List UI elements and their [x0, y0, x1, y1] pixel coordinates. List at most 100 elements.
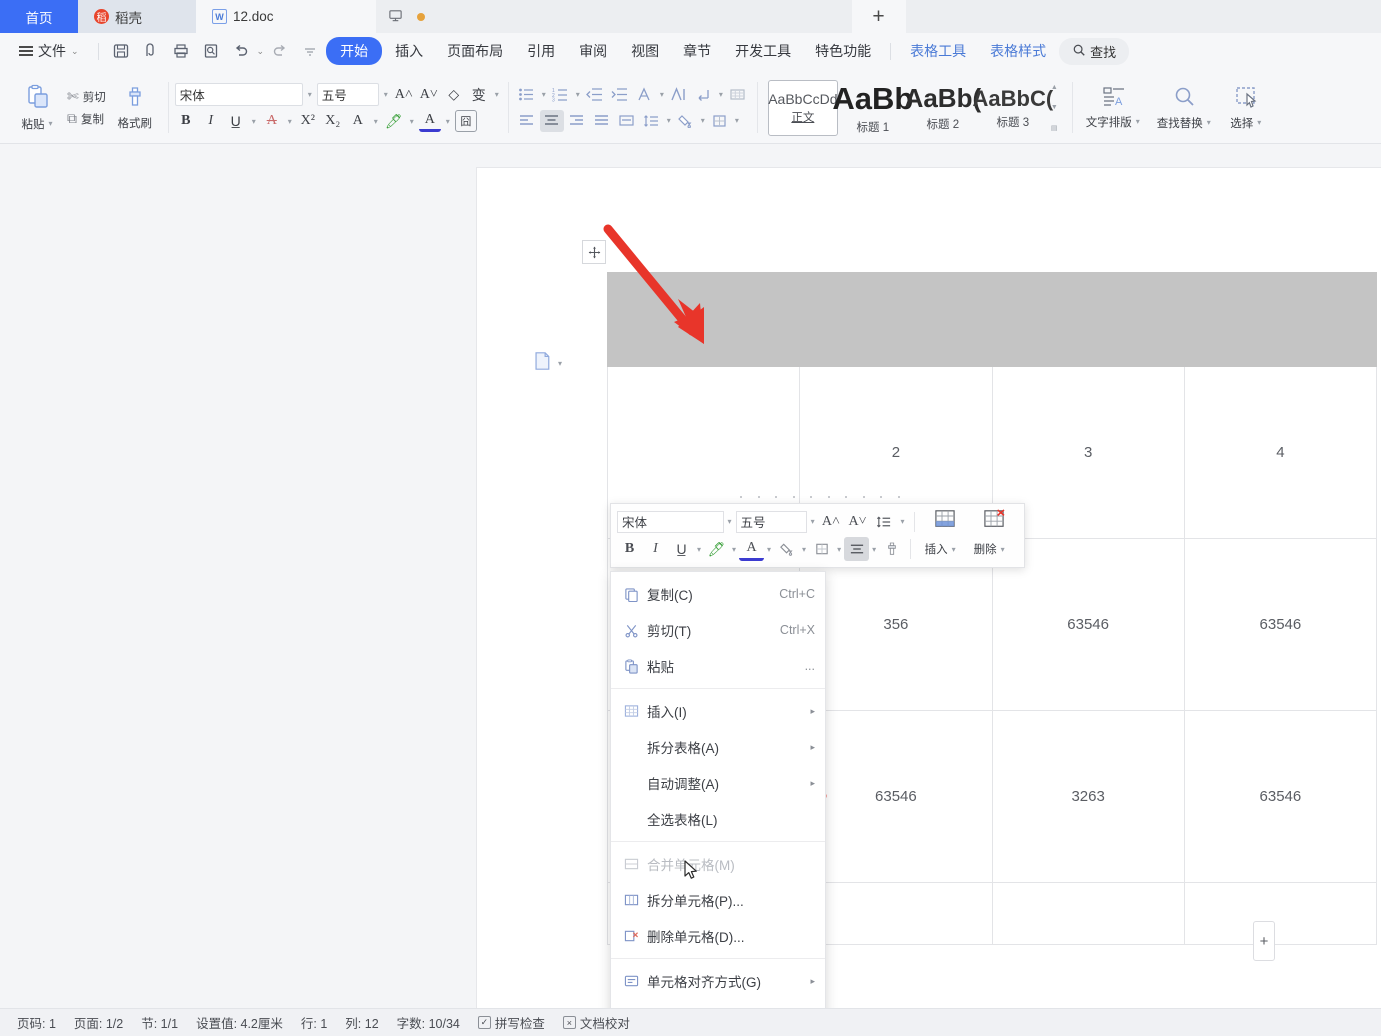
copy-button[interactable]: ⧉ 复制	[64, 109, 109, 128]
scroll-down-icon[interactable]: ▼	[1051, 104, 1058, 111]
increase-font-size-icon[interactable]: A˄	[393, 84, 415, 106]
context-menu-item-delete-cells[interactable]: 删除单元格(D)...	[611, 918, 825, 954]
document-workspace[interactable]: ▾ 2 3 4 356 63546 63546 63546 3263 63546…	[0, 146, 1381, 1008]
underline-icon[interactable]: U̲	[669, 537, 694, 561]
context-menu-item-copy[interactable]: 复制(C) Ctrl+C	[611, 576, 825, 612]
underline-icon[interactable]: U̲	[225, 110, 247, 132]
style-item-heading2[interactable]: AaBb( 标题 2	[905, 80, 982, 136]
bold-icon[interactable]: B	[617, 537, 642, 561]
context-menu-item-autofit[interactable]: 自动调整(A) ▸	[611, 765, 825, 801]
highlight-dropdown-icon[interactable]: ▾	[730, 545, 738, 554]
borders-dropdown-icon[interactable]: ▾	[835, 545, 843, 554]
italic-icon[interactable]: I	[643, 537, 668, 561]
font-size-input[interactable]: 五号	[316, 83, 379, 106]
table-row-selected[interactable]	[606, 272, 1378, 367]
menu-tab-table-tools[interactable]: 表格工具	[899, 37, 977, 65]
style-item-heading3[interactable]: AaBbC( 标题 3	[973, 80, 1054, 136]
table-cell[interactable]	[991, 882, 1185, 945]
bullet-list-icon[interactable]	[515, 84, 539, 106]
mini-font-family-input[interactable]: 宋体	[617, 510, 724, 533]
customize-quick-access-icon[interactable]	[296, 38, 324, 64]
menu-tab-page-layout[interactable]: 页面布局	[436, 37, 514, 65]
cell-align-icon[interactable]	[844, 537, 870, 561]
table-cell[interactable]	[606, 272, 801, 367]
sort-dropdown-icon[interactable]: ▾	[658, 90, 666, 99]
context-menu-item-split-cells[interactable]: 拆分单元格(P)...	[611, 882, 825, 918]
table-cell[interactable]: 63546	[1183, 538, 1378, 711]
shading-dropdown-icon[interactable]: ▾	[699, 116, 707, 125]
document-grid-icon[interactable]	[726, 84, 750, 106]
decrease-font-size-icon[interactable]: A˅	[418, 84, 440, 106]
table-cell[interactable]	[799, 882, 993, 945]
menu-tab-insert[interactable]: 插入	[384, 37, 434, 65]
menu-tab-view[interactable]: 视图	[620, 37, 670, 65]
menu-tab-special-features[interactable]: 特色功能	[804, 37, 882, 65]
character-border-icon[interactable]: 囧	[454, 110, 477, 132]
menu-tab-table-styles[interactable]: 表格样式	[979, 37, 1057, 65]
bold-icon[interactable]: B	[175, 110, 197, 132]
font-family-dropdown-icon[interactable]: ▾	[306, 90, 314, 99]
select-button[interactable]: 选择 ▾	[1221, 85, 1273, 131]
table-cell[interactable]: 63546	[799, 710, 993, 883]
cut-button[interactable]: ✄ 剪切	[64, 87, 109, 106]
distribute-icon[interactable]	[615, 110, 639, 132]
scroll-up-icon[interactable]: ▲	[1051, 84, 1058, 91]
print-icon[interactable]	[167, 38, 195, 64]
menu-tab-start[interactable]: 开始	[326, 37, 383, 65]
highlight-dropdown-icon[interactable]: ▾	[408, 117, 416, 126]
align-left-icon[interactable]	[515, 110, 539, 132]
format-painter-button[interactable]: 格式刷	[109, 85, 161, 131]
highlight-color-icon[interactable]: 🖊	[704, 537, 729, 561]
cell-align-dropdown-icon[interactable]: ▾	[870, 545, 878, 554]
mini-font-size-dropdown-icon[interactable]: ▾	[809, 517, 817, 526]
save-icon[interactable]	[107, 38, 135, 64]
table-cell[interactable]	[799, 272, 993, 367]
style-item-heading1[interactable]: AaBb 标题 1	[832, 80, 913, 136]
menu-tab-section[interactable]: 章节	[672, 37, 722, 65]
style-item-body[interactable]: AaBbCcDd 正文	[767, 79, 838, 136]
monitor-icon[interactable]	[388, 8, 403, 26]
strikethrough-icon[interactable]: A	[261, 110, 283, 132]
align-right-icon[interactable]	[565, 110, 589, 132]
font-color-icon[interactable]: A	[418, 110, 441, 132]
italic-icon[interactable]: I	[200, 110, 222, 132]
show-paragraph-marks-icon[interactable]	[692, 84, 716, 106]
table-move-handle-icon[interactable]	[582, 240, 606, 264]
menu-tab-developer[interactable]: 开发工具	[724, 37, 802, 65]
subscript-icon[interactable]: X₂	[322, 110, 344, 132]
context-menu-item-insert[interactable]: 插入(I) ▸	[611, 693, 825, 729]
mini-font-size-input[interactable]: 五号	[735, 510, 807, 533]
chevron-down-icon[interactable]: ▾	[493, 90, 501, 99]
table-cell[interactable]: 4	[1183, 366, 1378, 539]
format-painter-icon[interactable]	[879, 537, 904, 561]
status-proofread[interactable]: × 文档校对	[554, 1013, 639, 1032]
context-menu-more-icon[interactable]: ...	[805, 659, 815, 673]
menu-file[interactable]: 文件 ⌄	[8, 37, 90, 65]
font-color-dropdown-icon[interactable]: ▾	[444, 117, 452, 126]
mini-delete-label-wrap[interactable]: 删除 ▾	[966, 541, 1014, 557]
mini-insert-button[interactable]	[921, 509, 968, 534]
table-cell[interactable]	[991, 272, 1185, 367]
superscript-icon[interactable]: X²	[297, 110, 319, 132]
line-spacing-icon[interactable]	[640, 110, 664, 132]
redo-icon[interactable]	[266, 38, 294, 64]
context-menu-item-cell-alignment[interactable]: 单元格对齐方式(G) ▸	[611, 963, 825, 999]
text-effects-icon[interactable]: A	[347, 110, 369, 132]
decrease-indent-icon[interactable]	[583, 84, 607, 106]
marks-dropdown-icon[interactable]: ▾	[717, 90, 725, 99]
text-layout-button[interactable]: A 文字排版 ▾	[1079, 86, 1149, 130]
style-gallery-scroll[interactable]: ▲ ▼ ▤	[1048, 82, 1061, 134]
tab-daoke[interactable]: 稻 稻壳	[78, 0, 196, 33]
status-spell-check[interactable]: ✓ 拼写检查	[469, 1013, 554, 1032]
asian-layout-icon[interactable]	[667, 84, 691, 106]
increase-font-size-icon[interactable]: A˄	[819, 510, 844, 534]
print-preview-icon[interactable]	[137, 38, 165, 64]
font-family-input[interactable]: 宋体	[174, 83, 303, 106]
clear-formatting-icon[interactable]: ◇	[443, 84, 465, 106]
justify-icon[interactable]	[590, 110, 614, 132]
table-cell[interactable]: 3263	[991, 710, 1185, 883]
context-menu-item-select-table[interactable]: 全选表格(L)	[611, 801, 825, 837]
document-check-icon[interactable]	[197, 38, 225, 64]
add-row-plus-button[interactable]: +	[1253, 921, 1275, 961]
underline-dropdown-icon[interactable]: ▾	[695, 545, 703, 554]
